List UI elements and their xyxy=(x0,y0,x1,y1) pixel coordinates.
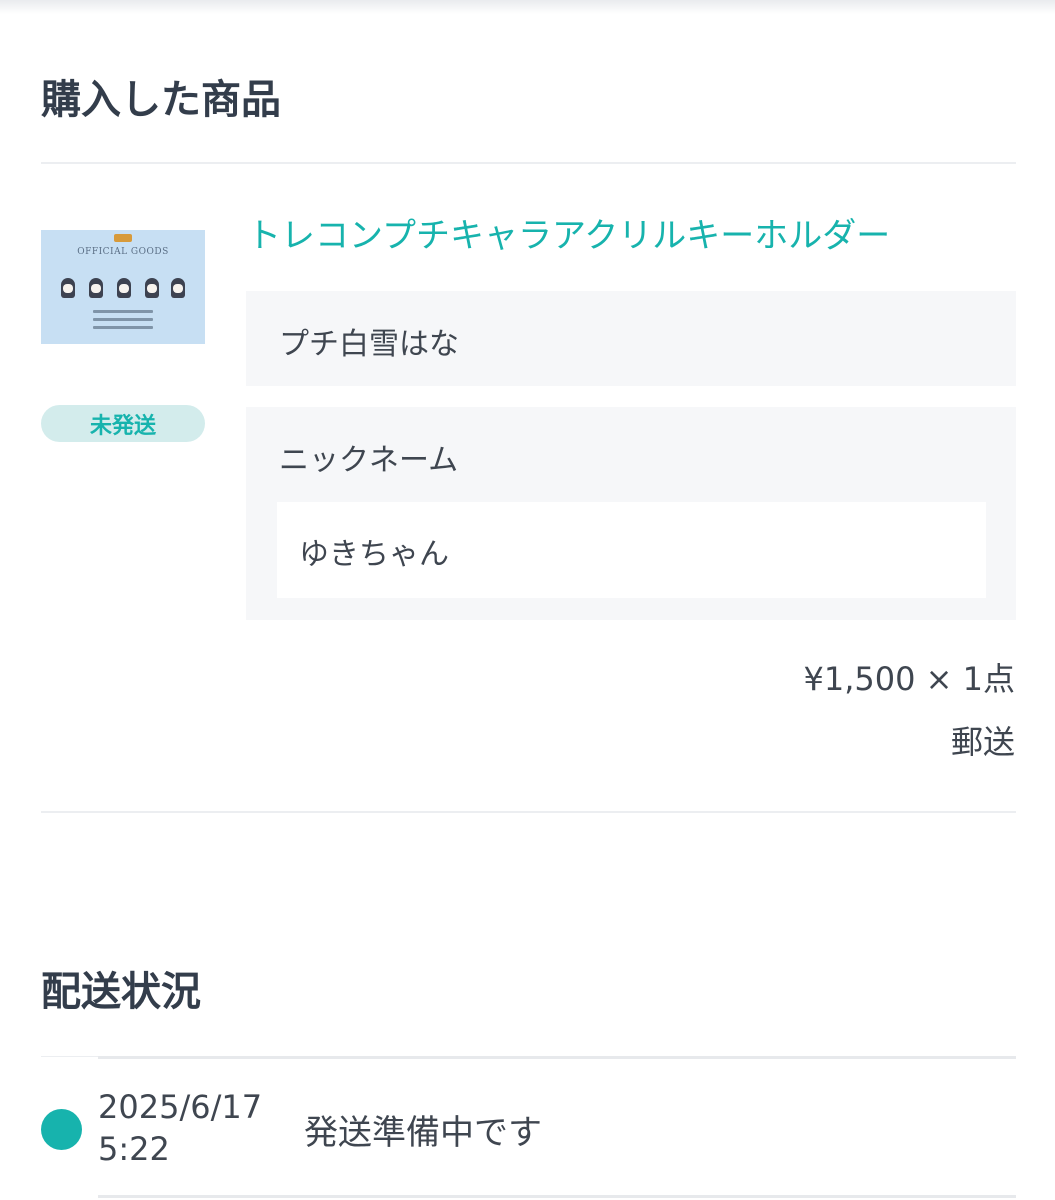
nickname-box: ニックネーム ゆきちゃん xyxy=(246,407,1016,620)
status-badge: 未発送 xyxy=(41,405,205,442)
product-thumbnail[interactable]: OFFICIAL GOODS xyxy=(41,230,205,344)
timeline-top-border xyxy=(98,1056,1016,1059)
delivery-status-title: 配送状況 xyxy=(41,969,201,1015)
divider xyxy=(41,1056,98,1057)
character-figure xyxy=(145,278,159,298)
shipping-method: 郵送 xyxy=(950,723,1015,761)
goods-logo xyxy=(114,234,132,242)
header-shadow xyxy=(0,0,1055,14)
event-time: 5:22 xyxy=(98,1130,170,1168)
thumbnail-text: OFFICIAL GOODS xyxy=(77,247,169,257)
character-figure xyxy=(117,278,131,298)
product-name-link[interactable]: トレコンプチキャラアクリルキーホルダー xyxy=(247,214,890,258)
order-detail-page: 購入した商品 OFFICIAL GOODS 未発送 トレコンプチキャラアクリルキ… xyxy=(0,0,1055,1200)
divider xyxy=(41,811,1016,813)
variant-box: プチ白雪はな xyxy=(246,291,1016,386)
character-figure xyxy=(89,278,103,298)
variant-label: プチ白雪はな xyxy=(279,327,459,362)
event-date: 2025/6/17 xyxy=(98,1088,263,1126)
nickname-field: ゆきちゃん xyxy=(277,502,986,598)
price-quantity: ¥1,500 × 1点 xyxy=(803,660,1016,698)
nickname-label: ニックネーム xyxy=(279,443,459,478)
purchased-items-title: 購入した商品 xyxy=(41,77,281,123)
timeline-bottom-border xyxy=(98,1195,1016,1198)
timeline-dot xyxy=(41,1109,82,1150)
character-figure xyxy=(171,278,185,298)
character-figure xyxy=(61,278,75,298)
thumbnail-fine-print xyxy=(93,310,153,313)
nickname-value: ゆきちゃん xyxy=(299,537,449,572)
event-status: 発送準備中です xyxy=(304,1113,542,1153)
thumbnail-fine-print xyxy=(93,318,153,321)
divider xyxy=(41,162,1016,164)
thumbnail-fine-print xyxy=(93,326,153,329)
